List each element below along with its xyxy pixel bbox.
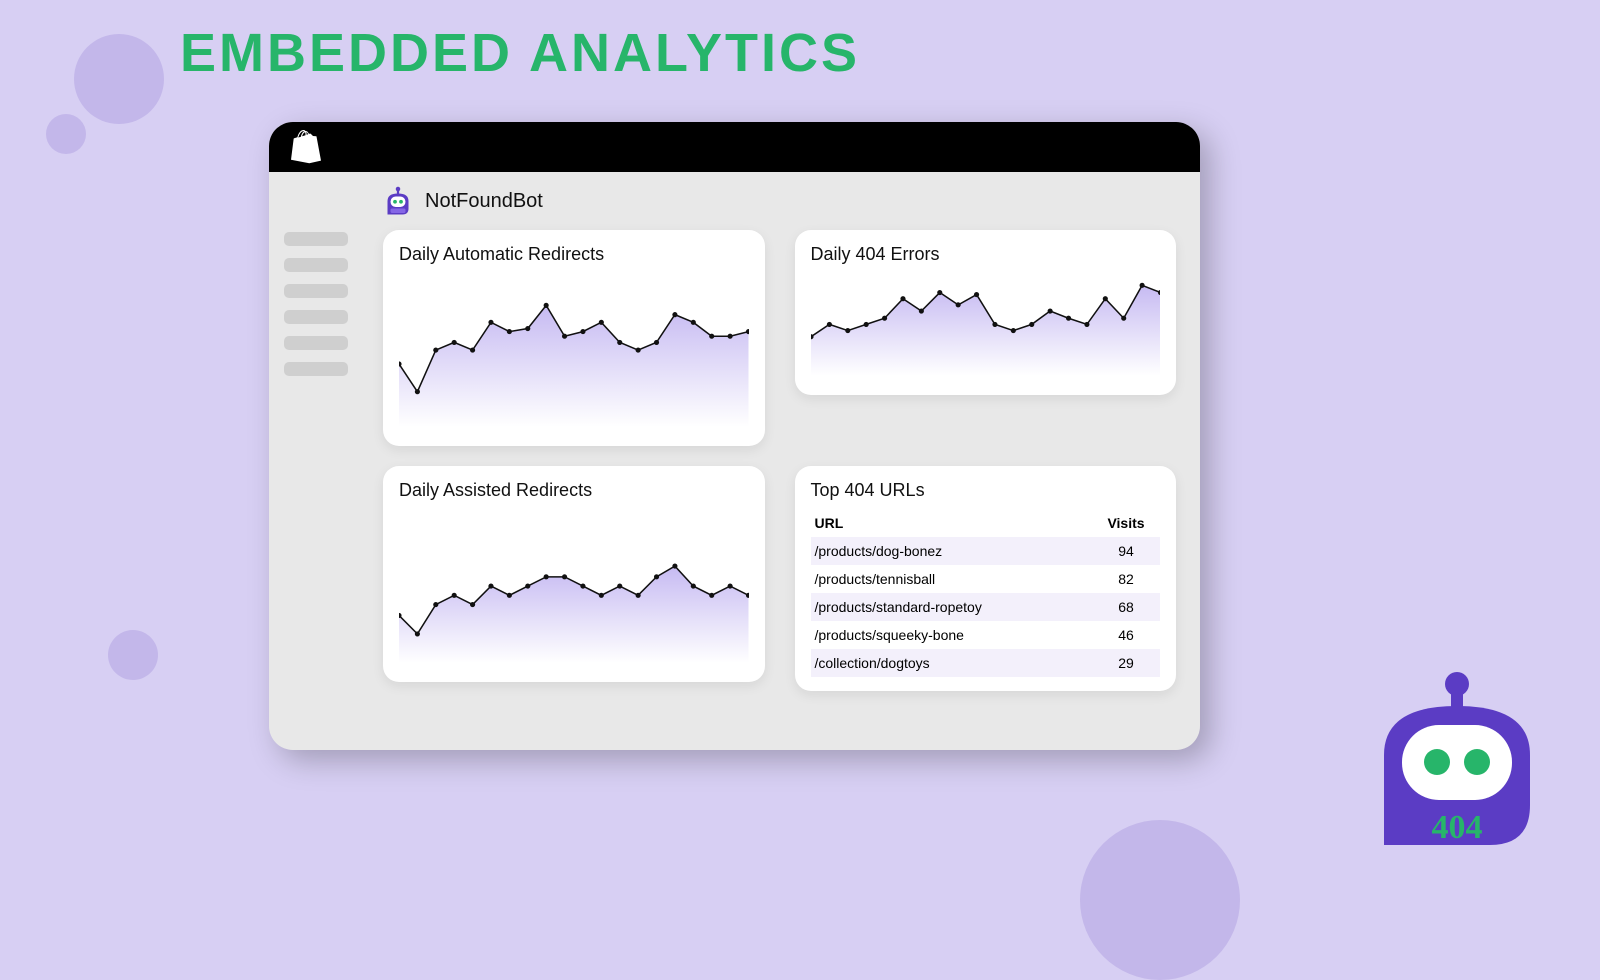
top-urls-table: URL Visits /products/dog-bonez94/product… [811, 509, 1161, 677]
cell-visits: 68 [1096, 599, 1156, 615]
decorative-circle [74, 34, 164, 124]
page-title: EMBEDDED ANALYTICS [180, 22, 860, 84]
chart-404-errors [811, 273, 1161, 376]
card-assisted-redirects: Daily Assisted Redirects [383, 466, 765, 682]
decorative-circle [1080, 820, 1240, 980]
sidebar-item[interactable] [284, 284, 348, 298]
svg-text:404: 404 [1432, 809, 1483, 846]
cell-url: /products/tennisball [815, 571, 1097, 587]
cell-visits: 46 [1096, 627, 1156, 643]
sidebar-item[interactable] [284, 336, 348, 350]
sidebar-item[interactable] [284, 232, 348, 246]
table-row[interactable]: /products/tennisball82 [811, 565, 1161, 593]
cell-url: /products/dog-bonez [815, 543, 1097, 559]
cell-url: /products/squeeky-bone [815, 627, 1097, 643]
app-header: NotFoundBot [383, 186, 1176, 216]
col-visits-header: Visits [1096, 515, 1156, 531]
app-name: NotFoundBot [425, 190, 543, 213]
cell-url: /collection/dogtoys [815, 655, 1097, 671]
card-title: Daily Automatic Redirects [399, 244, 749, 265]
card-auto-redirects: Daily Automatic Redirects [383, 230, 765, 446]
topbar [269, 122, 1200, 172]
decorative-circle [46, 114, 86, 154]
table-row[interactable]: /products/dog-bonez94 [811, 537, 1161, 565]
table-row[interactable]: /products/squeeky-bone46 [811, 621, 1161, 649]
card-title: Top 404 URLs [811, 480, 1161, 501]
table-header: URL Visits [811, 509, 1161, 537]
card-404-errors: Daily 404 Errors [795, 230, 1177, 395]
cell-url: /products/standard-ropetoy [815, 599, 1097, 615]
sidebar-item[interactable] [284, 362, 348, 376]
cell-visits: 94 [1096, 543, 1156, 559]
sidebar-item[interactable] [284, 258, 348, 272]
notfoundbot-icon [383, 186, 413, 216]
cell-visits: 29 [1096, 655, 1156, 671]
decorative-circle [108, 630, 158, 680]
table-row[interactable]: /products/standard-ropetoy68 [811, 593, 1161, 621]
main-panel: NotFoundBot Daily Automatic Redirects Da… [363, 172, 1200, 750]
card-top-404-urls: Top 404 URLs URL Visits /products/dog-bo… [795, 466, 1177, 691]
chart-assisted-redirects [399, 509, 749, 663]
cell-visits: 82 [1096, 571, 1156, 587]
chart-auto-redirects [399, 273, 749, 427]
app-window: NotFoundBot Daily Automatic Redirects Da… [269, 122, 1200, 750]
col-url-header: URL [815, 515, 1097, 531]
card-title: Daily Assisted Redirects [399, 480, 749, 501]
table-row[interactable]: /collection/dogtoys29 [811, 649, 1161, 677]
sidebar [269, 172, 363, 750]
card-title: Daily 404 Errors [811, 244, 1161, 265]
shopify-icon [291, 130, 321, 164]
notfoundbot-logo-large: 404 [1372, 670, 1542, 860]
sidebar-item[interactable] [284, 310, 348, 324]
